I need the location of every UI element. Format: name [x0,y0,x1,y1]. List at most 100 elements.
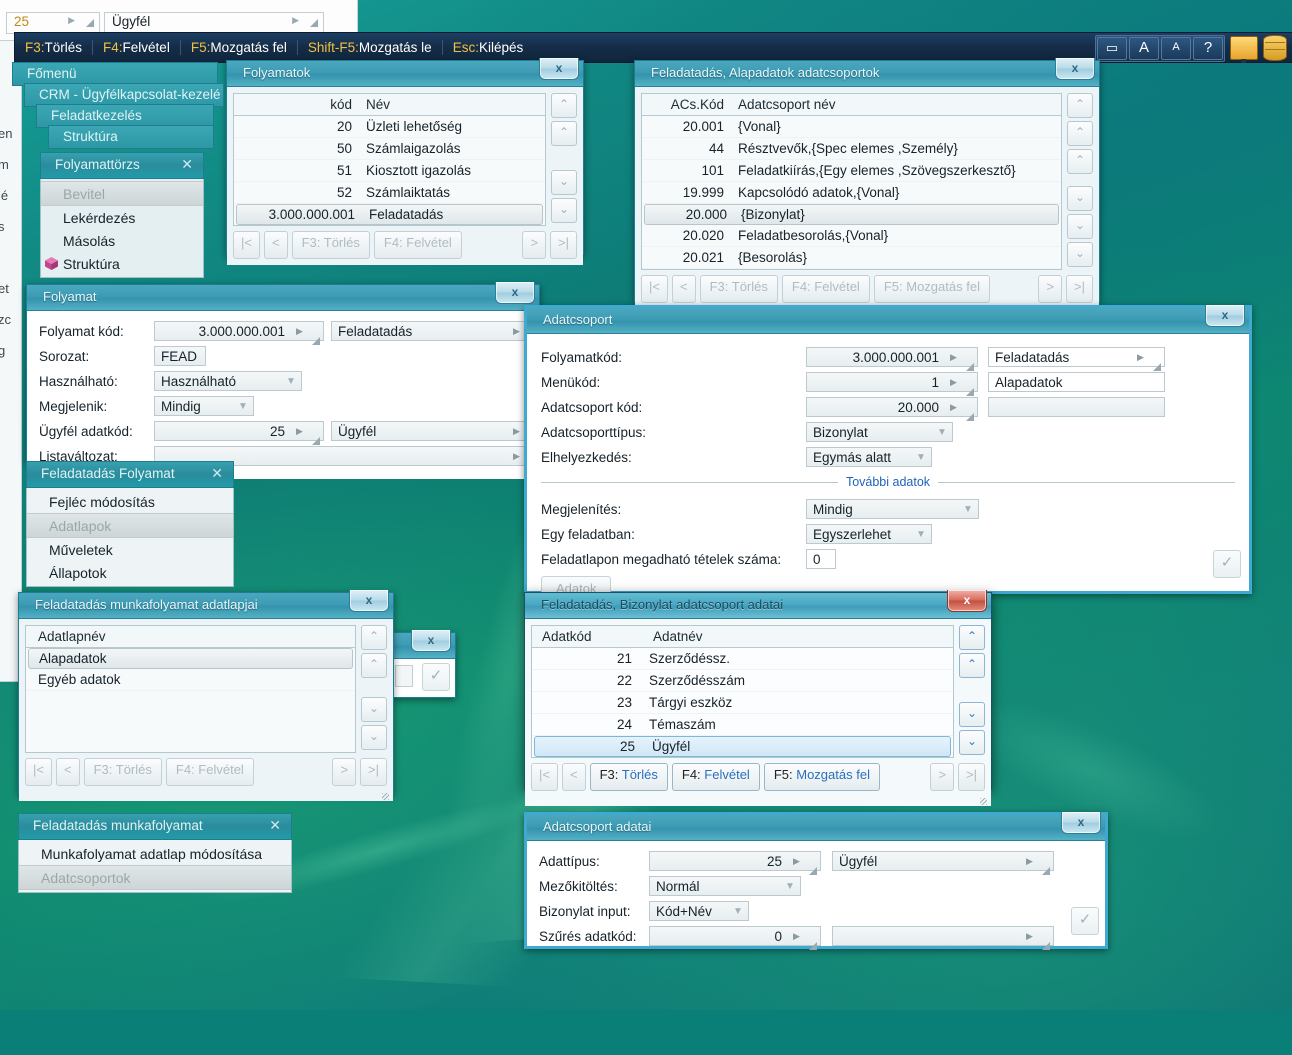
table-row[interactable]: Egyéb adatok [26,669,355,691]
menu-item-lekerdezes[interactable]: Lekérdezés [41,206,203,229]
menu-item-allapotok[interactable]: Állapotok [27,561,233,584]
menubar-item-add[interactable]: F4:Felvétel [92,40,180,55]
input-adattipus[interactable]: 25 ▶ [649,851,821,875]
select-egy-feladatban[interactable]: Egyszerlehet ▼ [806,524,932,544]
chevron-right-icon[interactable]: ▶ [291,326,308,337]
scroll-pageup-icon[interactable]: ⌃ [551,121,577,146]
chevron-down-icon[interactable]: ▼ [932,427,952,438]
adatlapjai-titlebar[interactable]: Feladatadás munkafolyamat adatlapjai x [19,590,393,619]
scroll-pagedown-icon[interactable]: ⌄ [1067,214,1093,239]
obscured-field[interactable] [395,665,413,687]
scroll-pagedown-icon[interactable]: ⌄ [361,697,387,722]
delete-button[interactable]: F3: Törlés [699,275,778,303]
close-button[interactable]: x [349,590,389,612]
table-row[interactable]: 24 Témaszám [532,714,953,736]
prev-record-button[interactable]: < [263,231,288,259]
menu-item-adatlapok[interactable]: Adatlapok [27,513,233,538]
move-up-button[interactable]: F5: Mozgatás fel [763,763,880,791]
add-button[interactable]: F4: Felvétel [165,758,254,786]
close-button[interactable]: x [947,590,987,612]
table-row[interactable]: 20.020 Feladatbesorolás,{Vonal} [642,225,1061,247]
scroll-pageup-icon[interactable]: ⌃ [361,653,387,678]
prev-record-button[interactable]: < [671,275,696,303]
adatcsoport-adatai-titlebar[interactable]: Adatcsoport adatai x [527,812,1105,841]
chevron-right-icon[interactable]: ▶ [1021,931,1038,942]
close-button[interactable]: x [411,630,451,652]
menu-item-adatcsoportok[interactable]: Adatcsoportok [19,865,291,890]
folyamattorzs-header[interactable]: Folyamattörzs ✕ [40,152,204,179]
menu-item-fejlec-modositas[interactable]: Fejléc módosítás [27,490,233,513]
menu-item-bevitel[interactable]: Bevitel [41,181,203,206]
window-icon[interactable]: ▭ [1097,37,1127,60]
table-row[interactable]: 20.021 {Besorolás} [642,247,1061,269]
input-folyamat-kod[interactable]: 3.000.000.001 ▶ [154,321,324,345]
adatcsoportok-grid[interactable]: ACs.Kód Adatcsoport név 20.001 {Vonal} 4… [641,93,1062,270]
move-up-button[interactable]: F5: Mozgatás fel [873,275,990,303]
close-button[interactable]: x [1061,812,1101,834]
scroll-top-icon[interactable]: ⌃ [1067,93,1093,118]
close-button[interactable]: x [495,282,535,304]
table-row[interactable]: 20 Üzleti lehetőség [234,116,545,138]
select-bizonylat-input[interactable]: Kód+Név ▼ [649,901,749,921]
next-record-button[interactable]: > [930,763,955,791]
resize-grip[interactable] [525,797,991,806]
chevron-right-icon[interactable]: ▶ [1021,856,1038,867]
first-record-button[interactable]: |< [233,231,260,259]
bizonylat-grid[interactable]: Adatkód Adatnév 21 Szerződéssz. 22 Szerz… [531,625,954,758]
folyamat-titlebar[interactable]: Folyamat x [27,282,539,311]
adatcsoport-titlebar[interactable]: Adatcsoport x [527,305,1249,334]
resize-grip[interactable] [19,792,393,801]
select-elhelyezkedes[interactable]: Egymás alatt ▼ [806,447,932,467]
input-adattipus-nev[interactable]: Ügyfél ▶ [832,851,1054,875]
input-szures-adatkod[interactable]: 0 ▶ [649,926,821,950]
chevron-down-icon[interactable]: ▼ [911,529,931,540]
close-icon[interactable]: ✕ [181,156,193,173]
menu-item-struktura[interactable]: Struktúra [41,252,203,275]
font-large-icon[interactable]: A [1129,37,1159,60]
select-megjelenites[interactable]: Mindig ▼ [806,499,979,519]
database-icon[interactable] [1263,35,1287,61]
delete-button[interactable]: F3: Törlés [83,758,162,786]
table-row-selected[interactable]: Alapadatok [28,648,353,669]
table-row[interactable]: 50 Számlaigazolás [234,138,545,160]
chevron-right-icon[interactable]: ▶ [291,426,308,437]
chevron-right-icon[interactable]: ▶ [788,856,805,867]
input-tetelek-szama[interactable]: 0 [806,549,836,569]
add-button[interactable]: F4: Felvétel [373,231,462,259]
next-record-button[interactable]: > [522,231,547,259]
last-record-button[interactable]: >| [550,231,577,259]
chevron-down-icon[interactable]: ▼ [728,906,748,917]
menubar-item-exit[interactable]: Esc:Kilépés [441,40,534,55]
scroll-pageup-icon[interactable]: ⌃ [1067,121,1093,146]
chevron-right-icon[interactable]: ▶ [788,931,805,942]
chevron-down-icon[interactable]: ▼ [911,452,931,463]
delete-button[interactable]: F3: Törlés [589,763,668,791]
table-row[interactable]: 52 Számlaiktatás [234,182,545,204]
scroll-bottom-icon[interactable]: ⌄ [361,725,387,750]
chevron-right-icon[interactable]: ▶ [508,326,525,337]
munkafolyamat-header[interactable]: Feladatadás munkafolyamat ✕ [18,813,292,840]
chevron-down-icon[interactable]: ▼ [233,401,253,412]
scroll-bottom-icon[interactable]: ⌄ [551,198,577,223]
table-row[interactable]: 101 Feladatkiírás,{Egy elemes ,Szövegsze… [642,160,1061,182]
input-folyamatkod[interactable]: 3.000.000.001 ▶ [806,347,978,371]
table-row[interactable]: 23 Tárgyi eszköz [532,692,953,714]
scroll-top-icon[interactable]: ⌃ [551,93,577,118]
scroll-top-icon[interactable]: ⌃ [959,625,985,650]
select-mezokitoltes[interactable]: Normál ▼ [649,876,801,896]
chevron-right-icon[interactable]: ▶ [945,352,962,363]
adatcsoportok-titlebar[interactable]: Feladatadás, Alapadatok adatcsoportok x [635,58,1099,87]
scroll-pagedown-icon[interactable]: ⌄ [959,702,985,727]
select-hasznalhato[interactable]: Használható ▼ [154,371,302,391]
table-row[interactable]: 51 Kiosztott igazolás [234,160,545,182]
chevron-down-icon[interactable]: ▼ [281,376,301,387]
delete-button[interactable]: F3: Törlés [291,231,370,259]
folyamat-menu-header[interactable]: Feladatadás Folyamat ✕ [26,461,234,488]
menu-item-munkafolyamat-adatlap-modositasa[interactable]: Munkafolyamat adatlap módosítása [19,842,291,865]
scroll-down-icon[interactable]: ⌄ [1067,186,1093,211]
chevron-right-icon[interactable]: ▶ [945,402,962,413]
table-row[interactable]: 44 Résztvevők,{Spec elemes ,Személy} [642,138,1061,160]
input-folyamat-nev[interactable]: Feladatadás ▶ [988,347,1165,371]
close-icon[interactable]: ✕ [211,465,223,482]
input-folyamat-nev[interactable]: Feladatadás ▶ [331,321,526,341]
